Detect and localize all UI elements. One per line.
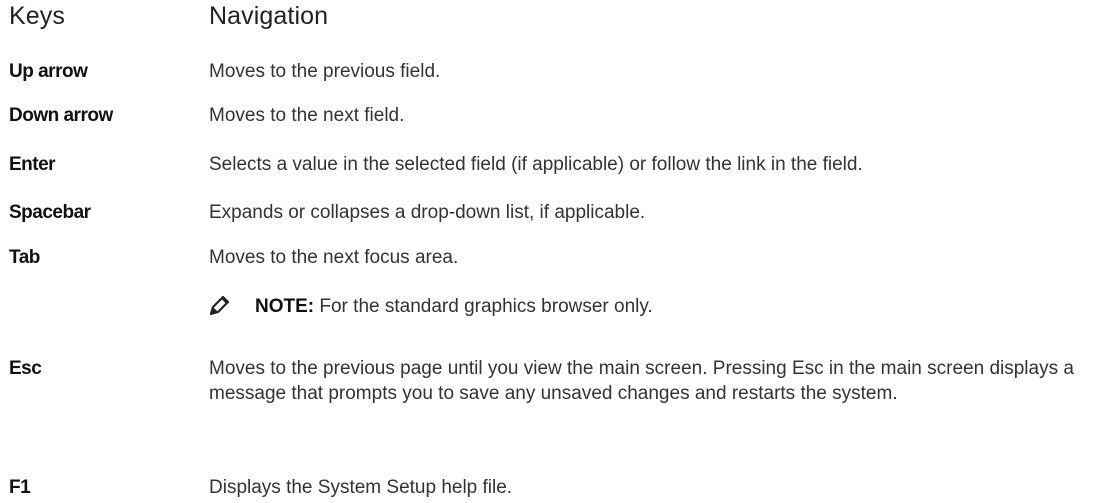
header-navigation: Navigation: [209, 2, 329, 30]
key-label: Esc: [9, 358, 42, 379]
key-description: Moves to the next focus area.: [209, 247, 459, 268]
key-label: Tab: [9, 247, 40, 268]
header-keys: Keys: [9, 2, 65, 30]
pencil-icon: [209, 295, 230, 316]
key-description: Moves to the next field.: [209, 105, 405, 126]
key-label: Up arrow: [9, 61, 88, 82]
note-text: NOTE: For the standard graphics browser …: [255, 294, 653, 319]
key-description: Displays the System Setup help file.: [209, 477, 513, 498]
key-description: Expands or collapses a drop-down list, i…: [209, 202, 646, 223]
key-label: Spacebar: [9, 202, 91, 223]
key-label: Enter: [9, 154, 56, 175]
note-body: For the standard graphics browser only.: [314, 296, 653, 317]
note-label: NOTE:: [255, 296, 315, 317]
key-label: Down arrow: [9, 105, 113, 126]
key-description: Moves to the previous page until you vie…: [209, 358, 1074, 404]
key-description: Moves to the previous field.: [209, 61, 441, 82]
key-label: F1: [9, 477, 31, 498]
key-description: Selects a value in the selected field (i…: [209, 154, 863, 175]
